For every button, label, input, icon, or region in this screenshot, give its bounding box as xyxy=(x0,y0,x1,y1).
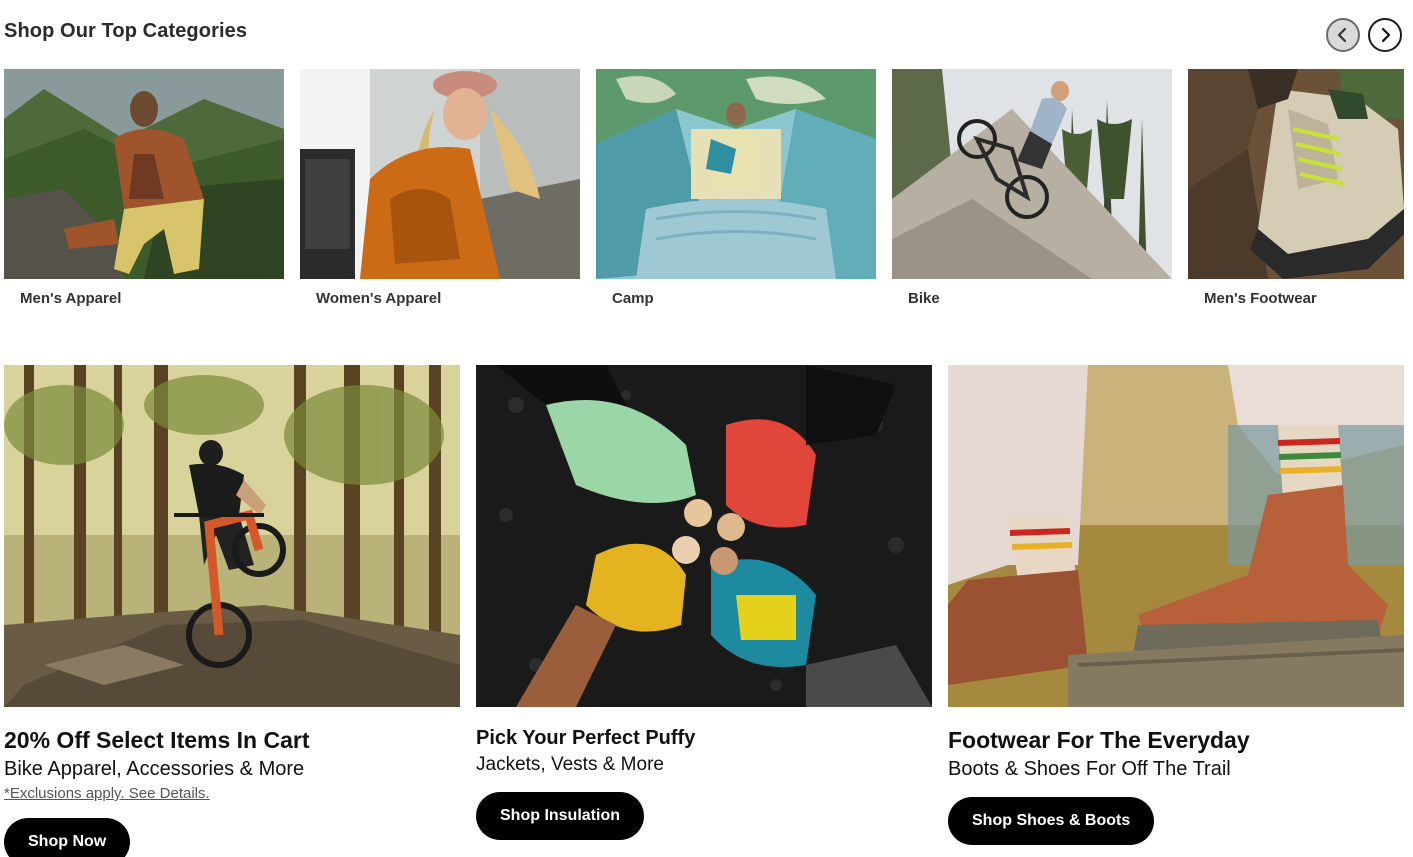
category-label: Men's Footwear xyxy=(1204,290,1317,307)
category-card-mens-footwear[interactable]: Men's Footwear xyxy=(1188,69,1404,314)
promo-title: Footwear For The Everyday xyxy=(948,727,1250,753)
chevron-left-icon xyxy=(1337,27,1347,43)
promo-subtitle: Boots & Shoes For Off The Trail xyxy=(948,758,1231,780)
category-label: Bike xyxy=(908,290,940,307)
category-image-mens-footwear[interactable] xyxy=(1188,69,1404,279)
carousel-prev-button[interactable] xyxy=(1326,18,1360,52)
promo-subtitle: Bike Apparel, Accessories & More xyxy=(4,758,305,780)
category-card-womens-apparel[interactable]: Women's Apparel xyxy=(300,69,580,314)
section-title: Shop Our Top Categories xyxy=(4,20,248,42)
category-card-bike[interactable]: Bike xyxy=(892,69,1172,314)
category-image-mens-apparel[interactable] xyxy=(4,69,284,279)
promo-title: Pick Your Perfect Puffy xyxy=(476,727,696,749)
promo-subtitle: Jackets, Vests & More xyxy=(476,754,664,775)
category-card-mens-apparel[interactable]: Men's Apparel xyxy=(4,69,284,314)
category-card-camp[interactable]: Camp xyxy=(596,69,876,314)
carousel-next-button[interactable] xyxy=(1368,18,1402,52)
category-label: Women's Apparel xyxy=(316,290,442,307)
category-image-bike[interactable] xyxy=(892,69,1172,279)
promo-tile-puffy: Pick Your Perfect Puffy Jackets, Vests &… xyxy=(476,365,932,840)
category-image-camp[interactable] xyxy=(596,69,876,279)
exclusions-link[interactable]: *Exclusions apply. See Details. xyxy=(4,785,460,802)
promo-tile-bike-sale: 20% Off Select Items In Cart Bike Appare… xyxy=(4,365,460,857)
promo-image-puffy[interactable] xyxy=(476,365,932,707)
shop-insulation-button[interactable]: Shop Insulation xyxy=(476,792,644,840)
promo-image-footwear[interactable] xyxy=(948,365,1404,707)
shop-shoes-boots-button[interactable]: Shop Shoes & Boots xyxy=(948,797,1155,845)
category-label: Men's Apparel xyxy=(20,290,122,307)
promo-title: 20% Off Select Items In Cart xyxy=(4,727,310,753)
chevron-right-icon xyxy=(1381,27,1391,43)
promo-image-bike[interactable] xyxy=(4,365,460,707)
shop-now-button[interactable]: Shop Now xyxy=(4,818,131,857)
promo-tile-footwear: Footwear For The Everyday Boots & Shoes … xyxy=(948,365,1404,845)
category-image-womens-apparel[interactable] xyxy=(300,69,580,279)
category-label: Camp xyxy=(612,290,654,307)
